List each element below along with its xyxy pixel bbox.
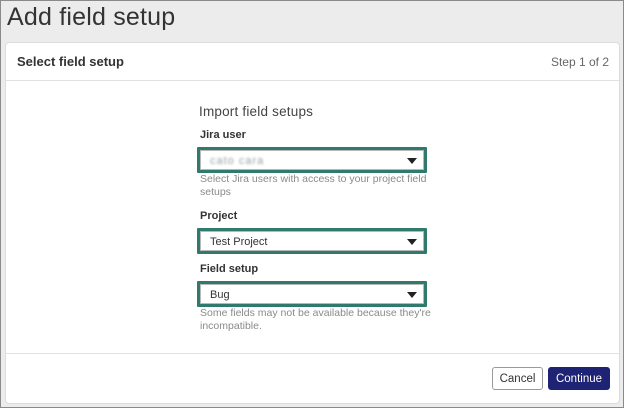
field-setup-select[interactable]: Bug xyxy=(197,281,427,307)
section-heading: Import field setups xyxy=(199,104,314,119)
project-select[interactable]: Test Project xyxy=(197,228,427,254)
jira-user-label: Jira user xyxy=(200,129,246,141)
jira-user-value: cato cara xyxy=(210,155,265,167)
dialog-header: Select field setup Step 1 of 2 xyxy=(6,43,619,81)
field-setup-help-text: Some fields may not be available because… xyxy=(200,307,431,332)
chevron-down-icon xyxy=(407,239,417,245)
field-setup-select-box: Bug xyxy=(200,284,424,304)
cancel-button[interactable]: Cancel xyxy=(492,367,543,390)
screenshot-frame: Add field setup Select field setup Step … xyxy=(0,0,624,408)
project-select-box: Test Project xyxy=(200,231,424,251)
step-indicator: Step 1 of 2 xyxy=(550,55,609,69)
chevron-down-icon xyxy=(407,158,417,164)
project-label: Project xyxy=(200,210,238,222)
jira-user-select[interactable]: cato cara xyxy=(197,147,427,173)
continue-button[interactable]: Continue xyxy=(548,367,610,390)
project-value: Test Project xyxy=(210,236,268,248)
jira-user-select-box: cato cara xyxy=(200,150,424,170)
field-setup-value: Bug xyxy=(210,289,230,301)
dialog-footer: Cancel Continue xyxy=(6,353,619,403)
field-setup-dialog: Select field setup Step 1 of 2 Import fi… xyxy=(5,42,620,404)
chevron-down-icon xyxy=(407,292,417,298)
field-setup-label: Field setup xyxy=(200,263,259,275)
jira-user-help-text: Select Jira users with access to your pr… xyxy=(200,173,427,198)
dialog-title: Select field setup xyxy=(17,54,124,69)
page-title: Add field setup xyxy=(7,3,176,31)
